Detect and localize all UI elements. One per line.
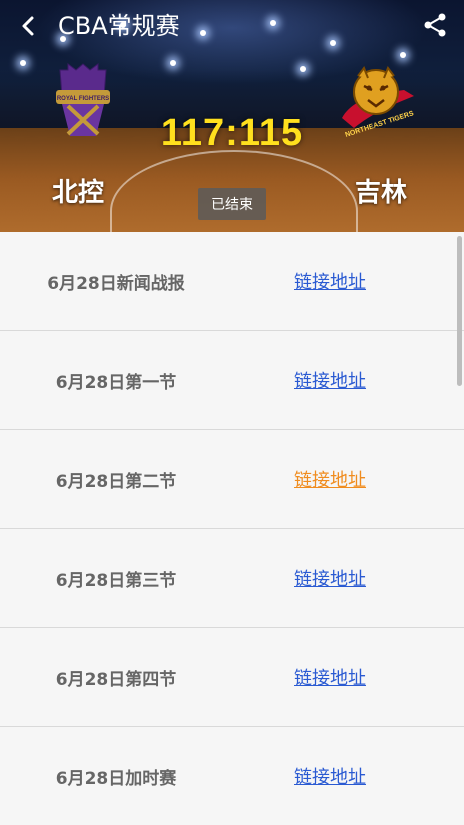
away-team-name: 吉林 [355,178,408,208]
link-address[interactable]: 链接地址 [232,628,428,726]
list-item-label: 6月28日第一节 [55,372,177,393]
back-arrow-icon [22,16,34,36]
list-item: 6月28日第三节 链接地址 [0,529,464,628]
link-address[interactable]: 链接地址 [232,529,428,627]
list-item: 6月28日新闻战报 链接地址 [0,232,464,331]
list-item: 6月28日加时赛 链接地址 [0,727,464,825]
link-address-visited[interactable]: 链接地址 [232,430,428,528]
list-item-label: 6月28日新闻战报 [47,273,185,294]
share-button[interactable] [418,8,452,42]
list-item: 6月28日第四节 链接地址 [0,628,464,727]
page-title: CBA常规赛 [58,12,180,40]
list-item: 6月28日第一节 链接地址 [0,331,464,430]
list-item-label: 6月28日加时赛 [55,768,177,789]
match-header: CBA常规赛 ROYAL FIGHTERS NORTHEAST TIGERS 1… [0,0,464,232]
link-address[interactable]: 链接地址 [232,727,428,825]
list-item-label: 6月28日第四节 [55,669,177,690]
scrollbar[interactable] [457,236,462,386]
arena-light [170,60,176,66]
list-item-label: 6月28日第二节 [55,471,177,492]
arena-light [400,52,406,58]
link-address[interactable]: 链接地址 [232,331,428,429]
link-list: 6月28日新闻战报 链接地址 6月28日第一节 链接地址 6月28日第二节 链接… [0,232,464,825]
list-item-label: 6月28日第三节 [55,570,177,591]
svg-text:ROYAL FIGHTERS: ROYAL FIGHTERS [57,96,109,102]
list-item: 6月28日第二节 链接地址 [0,430,464,529]
back-button[interactable] [12,10,44,42]
status-badge: 已结束 [198,188,266,220]
arena-light [300,66,306,72]
match-score: 117:115 [160,112,304,154]
share-icon [424,13,446,37]
arena-light [20,60,26,66]
home-team-name: 北控 [52,178,105,208]
link-address[interactable]: 链接地址 [232,232,428,330]
top-bar: CBA常规赛 [0,0,464,52]
